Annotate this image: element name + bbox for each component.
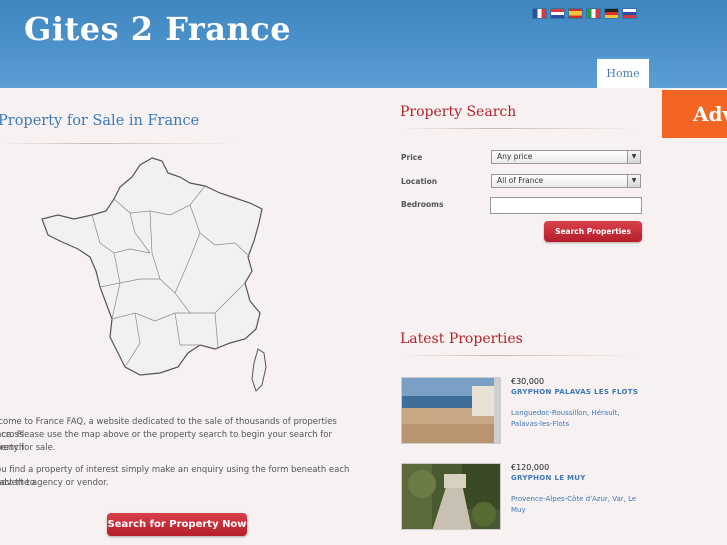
site-logo[interactable]: Gites 2 France [24, 10, 291, 48]
latest-properties-title: Latest Properties [400, 331, 523, 347]
intro-text-line: tact the agency or vendor. [0, 478, 109, 488]
property-title-link[interactable]: GRYPHON PALAVAS LES FLOTS [511, 388, 638, 396]
bedrooms-input[interactable] [490, 197, 642, 214]
france-map[interactable] [40, 153, 270, 395]
chevron-down-icon: ▼ [627, 151, 640, 163]
property-search-title: Property Search [400, 104, 517, 120]
price-select[interactable]: Any price ▼ [491, 150, 641, 164]
bedrooms-label: Bedrooms [401, 200, 444, 209]
intro-text-line: perty for sale. [0, 443, 56, 453]
property-location[interactable]: Languedoc-Roussillon, Hérault, Palavas-l… [511, 408, 641, 430]
property-price: €30,000 [511, 377, 545, 386]
dutch-flag-icon[interactable] [551, 9, 564, 18]
property-price: €120,000 [511, 463, 550, 472]
russian-flag-icon[interactable] [623, 9, 636, 18]
spanish-flag-icon[interactable] [569, 9, 582, 18]
german-flag-icon[interactable] [605, 9, 618, 18]
location-select-value: All of France [497, 176, 544, 185]
location-select[interactable]: All of France ▼ [491, 174, 641, 188]
garden-photo [402, 464, 500, 529]
price-select-value: Any price [497, 152, 533, 161]
divider [0, 143, 235, 144]
property-title-link[interactable]: GRYPHON LE MUY [511, 474, 586, 482]
nav-tab-home[interactable]: Home [597, 57, 649, 88]
italian-flag-icon[interactable] [587, 9, 600, 18]
page-title: Property for Sale in France [0, 113, 200, 129]
property-photo[interactable] [401, 463, 501, 530]
language-flags [533, 9, 636, 18]
france-outline [41, 157, 263, 376]
beach-photo [402, 378, 500, 443]
chevron-down-icon: ▼ [627, 175, 640, 187]
price-label: Price [401, 153, 423, 162]
property-location[interactable]: Provence-Alpes-Côte d'Azur, Var, Le Muy [511, 494, 641, 516]
location-label: Location [401, 177, 438, 186]
advert-banner[interactable]: Adv [662, 90, 727, 138]
french-flag-icon[interactable] [533, 9, 546, 18]
search-properties-button[interactable]: Search Properties [544, 221, 642, 242]
divider [400, 355, 635, 356]
corsica-island [251, 348, 267, 392]
divider [400, 128, 635, 129]
search-property-now-button[interactable]: Search for Property Now [107, 513, 247, 536]
site-header: Gites 2 France Home [0, 0, 727, 88]
property-photo[interactable] [401, 377, 501, 444]
